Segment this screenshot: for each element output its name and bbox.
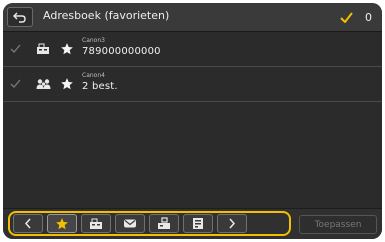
favorites-filter-button[interactable] [47,214,77,233]
ifax-filter-button[interactable] [183,214,213,233]
fax-icon [37,43,49,54]
selected-count: 0 [365,10,372,24]
address-type-toolbar [8,211,291,236]
list-item[interactable]: Canon3 789000000000 [3,32,382,67]
group-icon [36,79,51,89]
ifax-icon [193,218,203,229]
entry-name: Canon4 [82,72,105,79]
entry-name: Canon3 [82,37,105,44]
chevron-left-icon [24,218,31,229]
back-arrow-icon [13,12,26,23]
star-icon [56,217,68,229]
star-icon [61,43,73,55]
entry-members: 2 best. [82,81,118,92]
address-list: Canon3 789000000000 Canon4 2 best. [3,32,382,102]
checkmark-icon [10,44,21,53]
list-item[interactable]: Canon4 2 best. [3,67,382,102]
star-icon [61,78,73,90]
entry-number: 789000000000 [82,46,161,57]
email-filter-button[interactable] [115,214,145,233]
checkmark-icon [340,11,353,23]
fax-icon [90,218,102,229]
next-button[interactable] [217,214,247,233]
previous-button[interactable] [13,214,43,233]
file-server-icon [158,217,170,229]
screen: Adresboek (favorieten) 0 Canon3 78900000… [3,3,382,239]
checkmark-icon [10,79,21,88]
chevron-right-icon [229,218,236,229]
selection-counter: 0 [340,8,372,26]
fax-filter-button[interactable] [81,214,111,233]
email-icon [124,219,136,228]
back-button[interactable] [7,7,33,27]
title-bar: Adresboek (favorieten) 0 [3,3,382,32]
bottom-bar: Toepassen [3,208,382,239]
file-server-filter-button[interactable] [149,214,179,233]
apply-button[interactable]: Toepassen [299,215,377,234]
page-title: Adresboek (favorieten) [43,9,170,22]
